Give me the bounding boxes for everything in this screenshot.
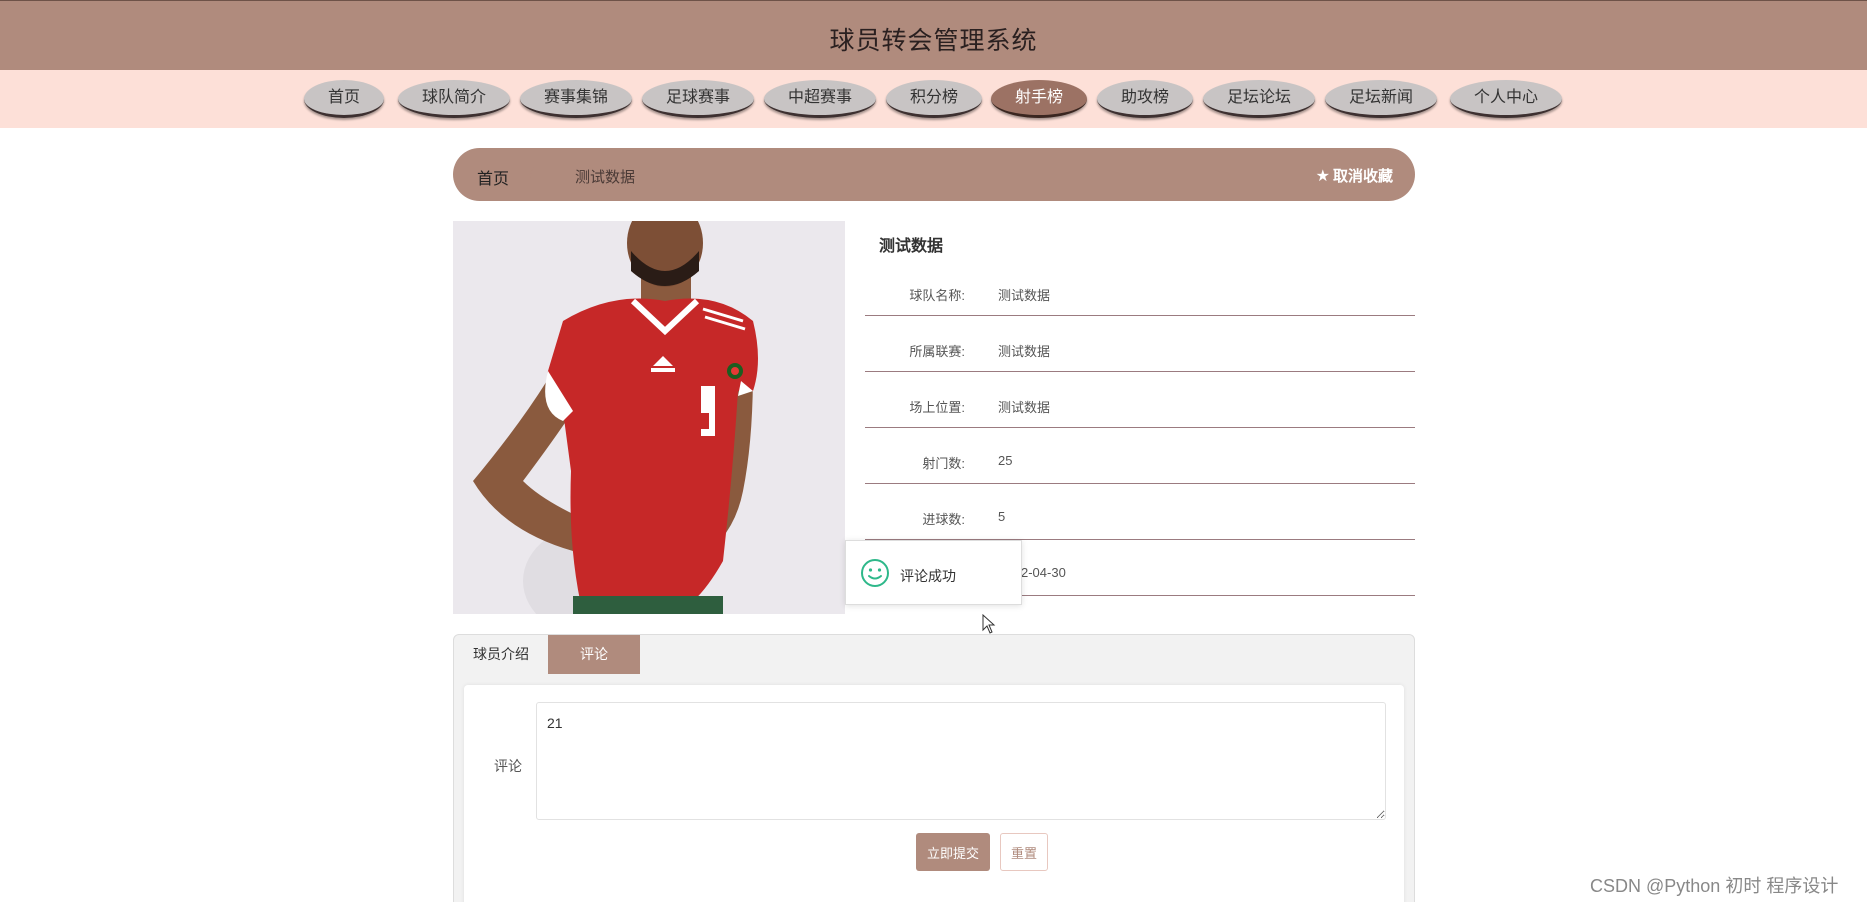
breadcrumb-home-link[interactable]: 首页	[477, 165, 509, 189]
breadcrumb-separator: /	[529, 165, 534, 182]
detail-value: 25	[998, 453, 1013, 468]
site-title: 球员转会管理系统	[829, 27, 1038, 55]
detail-value: 测试数据	[998, 288, 1051, 303]
nav-item-assists[interactable]: 助攻榜	[1097, 80, 1193, 118]
player-illustration	[453, 221, 845, 614]
detail-row-league: 所属联赛: 测试数据	[865, 316, 1415, 372]
tab-player-intro[interactable]: 球员介绍	[454, 635, 548, 674]
detail-label: 球队名称:	[909, 288, 965, 303]
nav-item-highlights[interactable]: 赛事集锦	[520, 80, 632, 118]
nav-item-csl-matches[interactable]: 中超赛事	[764, 80, 876, 118]
player-name-heading: 测试数据	[879, 238, 944, 255]
detail-label: 场上位置:	[909, 400, 965, 415]
nav-item-standings[interactable]: 积分榜	[886, 80, 982, 118]
detail-label: 进球数:	[922, 512, 965, 527]
site-header: 球员转会管理系统	[0, 0, 1867, 70]
submit-comment-button[interactable]: 立即提交	[916, 833, 990, 871]
nav-item-team-intro[interactable]: 球队简介	[398, 80, 510, 118]
nav-item-user-center[interactable]: 个人中心	[1450, 80, 1562, 118]
csdn-watermark: CSDN @Python 初时 程序设计	[1590, 876, 1839, 896]
detail-label: 所属联赛:	[909, 344, 965, 359]
detail-row-goals: 进球数: 5	[865, 484, 1415, 540]
detail-label: 射门数:	[922, 456, 965, 471]
tab-comment[interactable]: 评论	[548, 635, 640, 674]
nav-item-home[interactable]: 首页	[304, 80, 384, 118]
player-tabs-panel: 球员介绍 评论 评论 21 立即提交 重置	[453, 634, 1415, 902]
detail-value: 测试数据	[998, 344, 1051, 359]
smile-icon	[861, 559, 889, 587]
comment-form: 评论 21 立即提交 重置	[464, 685, 1404, 902]
nav-item-football-matches[interactable]: 足球赛事	[642, 80, 754, 118]
success-toast: 评论成功	[845, 540, 1022, 605]
unfavorite-button[interactable]: ★ 取消收藏	[1316, 165, 1393, 186]
nav-item-forum[interactable]: 足坛论坛	[1203, 80, 1315, 118]
detail-value: 2-04-30	[1021, 565, 1066, 580]
nav-item-top-scorers[interactable]: 射手榜	[991, 80, 1087, 118]
reset-button[interactable]: 重置	[1000, 833, 1048, 871]
breadcrumb-current: 测试数据	[575, 169, 636, 186]
detail-row-position: 场上位置: 测试数据	[865, 372, 1415, 428]
breadcrumb: 首页 / 测试数据 ★ 取消收藏	[453, 148, 1415, 201]
comment-field-label: 评论	[494, 758, 522, 774]
unfavorite-label: 取消收藏	[1332, 168, 1393, 185]
mouse-cursor-icon	[982, 614, 996, 634]
detail-value: 5	[998, 509, 1006, 524]
detail-row-shots: 射门数: 25	[865, 428, 1415, 484]
toast-message: 评论成功	[900, 568, 956, 584]
detail-value: 测试数据	[998, 400, 1051, 415]
player-photo	[453, 221, 845, 614]
main-navbar: 首页 球队简介 赛事集锦 足球赛事 中超赛事 积分榜 射手榜 助攻榜 足坛论坛 …	[0, 70, 1867, 128]
star-icon: ★	[1315, 168, 1330, 185]
nav-item-news[interactable]: 足坛新闻	[1325, 80, 1437, 118]
comment-textarea[interactable]: 21	[536, 702, 1386, 820]
detail-row-team: 球队名称: 测试数据	[865, 260, 1415, 316]
